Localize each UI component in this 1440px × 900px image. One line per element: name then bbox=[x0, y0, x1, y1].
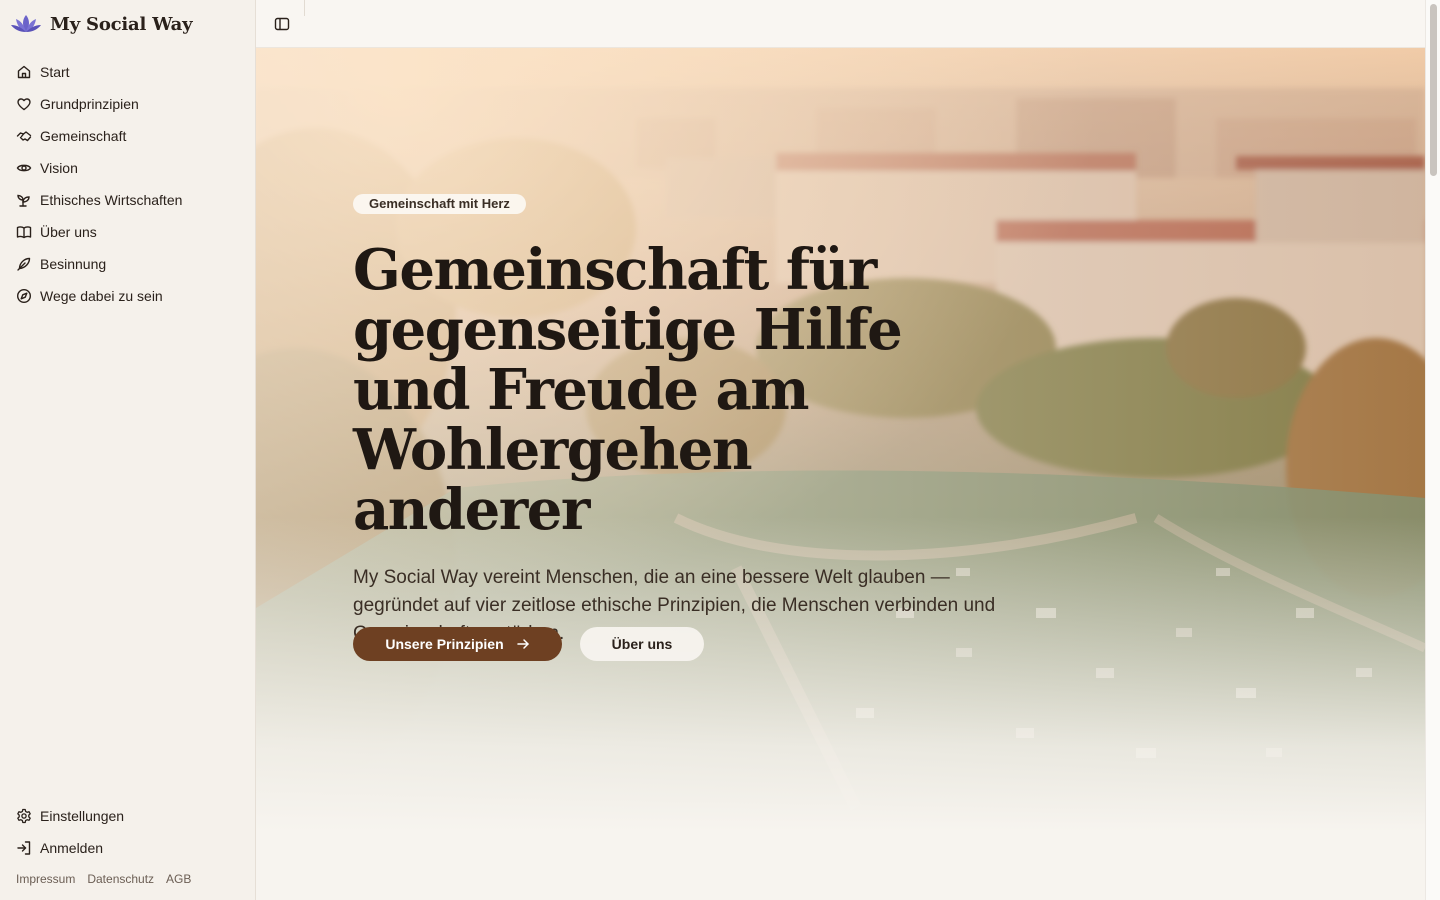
sidebar-item-gemeinschaft[interactable]: Gemeinschaft bbox=[8, 120, 248, 152]
sidebar-item-start[interactable]: Start bbox=[8, 56, 248, 88]
sidebar-item-label: Start bbox=[40, 64, 70, 80]
top-bar bbox=[256, 0, 1426, 48]
gear-icon bbox=[17, 808, 31, 824]
hero-section: Gemeinschaft mit Herz Gemeinschaft für g… bbox=[256, 48, 1425, 900]
sidebar-item-wege-dabei-zu-sein[interactable]: Wege dabei zu sein bbox=[8, 280, 248, 312]
sidebar-toggle-icon bbox=[274, 17, 290, 31]
sidebar-item-label: Ethisches Wirtschaften bbox=[40, 192, 183, 208]
book-icon bbox=[16, 226, 32, 239]
sidebar-item-label: Gemeinschaft bbox=[40, 128, 127, 144]
sidebar-item-ethisches-wirtschaften[interactable]: Ethisches Wirtschaften bbox=[8, 184, 248, 216]
hero-content: Gemeinschaft mit Herz Gemeinschaft für g… bbox=[353, 194, 1053, 648]
feather-icon bbox=[17, 257, 31, 271]
legal-links: Impressum Datenschutz AGB bbox=[16, 872, 191, 886]
sidebar-item-label: Anmelden bbox=[40, 840, 104, 856]
scrollbar-thumb[interactable] bbox=[1430, 4, 1437, 176]
unsere-prinzipien-button[interactable]: Unsere Prinzipien bbox=[353, 627, 562, 661]
sidebar-item-besinnung[interactable]: Besinnung bbox=[8, 248, 248, 280]
eye-icon bbox=[16, 164, 32, 172]
sidebar-item-grundprinzipien[interactable]: Grundprinzipien bbox=[8, 88, 248, 120]
sidebar-toggle-button[interactable] bbox=[270, 12, 294, 36]
hero-actions: Unsere Prinzipien Über uns bbox=[353, 627, 704, 661]
lotus-icon bbox=[10, 12, 42, 36]
sprout-icon bbox=[17, 194, 30, 207]
sidebar-bottom-nav: Einstellungen Anmelden bbox=[8, 800, 248, 864]
heart-icon bbox=[17, 98, 31, 111]
sidebar-item-label: Über uns bbox=[40, 224, 97, 240]
home-icon bbox=[17, 65, 31, 79]
unsere-prinzipien-label: Unsere Prinzipien bbox=[385, 636, 504, 652]
hero-headline: Gemeinschaft für gegenseitige Hilfe und … bbox=[353, 237, 903, 543]
sidebar-item-label: Einstellungen bbox=[40, 808, 125, 824]
topbar-divider bbox=[304, 0, 305, 16]
sidebar-item-label: Besinnung bbox=[40, 256, 107, 272]
sidebar-item-label: Grundprinzipien bbox=[40, 96, 139, 112]
ueber-uns-button[interactable]: Über uns bbox=[580, 627, 704, 661]
compass-icon bbox=[16, 288, 32, 304]
brand[interactable]: My Social Way bbox=[10, 10, 193, 38]
datenschutz-link[interactable]: Datenschutz bbox=[87, 872, 154, 886]
agb-link[interactable]: AGB bbox=[166, 872, 191, 886]
login-icon bbox=[17, 841, 31, 855]
impressum-link[interactable]: Impressum bbox=[16, 872, 75, 886]
handshake-icon bbox=[16, 131, 32, 142]
sidebar-item-label: Vision bbox=[40, 160, 78, 176]
sidebar-item-vision[interactable]: Vision bbox=[8, 152, 248, 184]
sidebar-item-einstellungen[interactable]: Einstellungen bbox=[8, 800, 248, 832]
sidebar-item-label: Wege dabei zu sein bbox=[40, 288, 163, 304]
brand-name: My Social Way bbox=[50, 13, 193, 35]
arrow-right-icon bbox=[516, 639, 529, 649]
hero-badge: Gemeinschaft mit Herz bbox=[353, 194, 526, 214]
page-scrollbar[interactable] bbox=[1425, 0, 1440, 900]
sidebar-nav: Start Grundprinzipien Gemeinschaft Visio… bbox=[8, 56, 248, 312]
sidebar-item-ueber-uns[interactable]: Über uns bbox=[8, 216, 248, 248]
ueber-uns-label: Über uns bbox=[611, 636, 673, 652]
sidebar-item-anmelden[interactable]: Anmelden bbox=[8, 832, 248, 864]
sidebar: My Social Way Start Grundprinzipien Geme… bbox=[0, 0, 256, 900]
